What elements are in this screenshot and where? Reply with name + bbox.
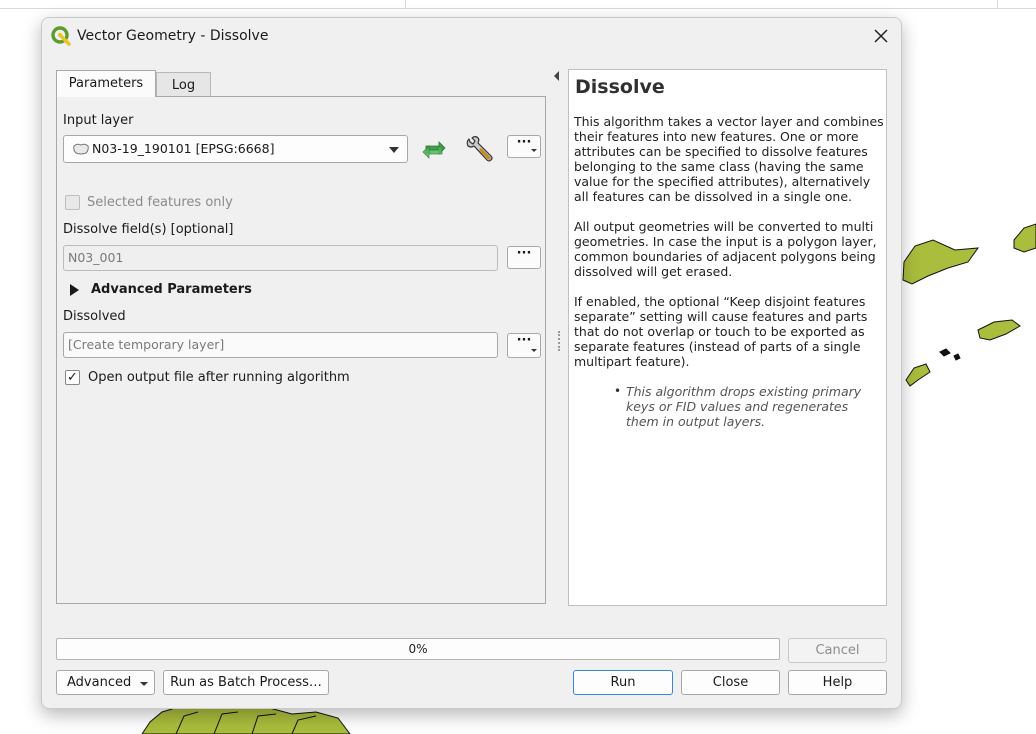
chevron-down-icon bbox=[140, 682, 148, 686]
help-paragraph: This algorithm takes a vector layer and … bbox=[574, 114, 884, 204]
ellipsis-icon: ··· bbox=[516, 135, 532, 150]
close-icon bbox=[874, 29, 888, 43]
qgis-logo-icon bbox=[51, 26, 71, 46]
input-layer-value: N03-19_190101 [EPSG:6668] bbox=[92, 141, 275, 156]
collapse-help-arrow-icon[interactable] bbox=[554, 71, 559, 81]
polygon-layer-icon bbox=[73, 143, 89, 155]
chevron-down-icon bbox=[531, 349, 537, 352]
checkmark-icon: ✓ bbox=[67, 370, 78, 385]
open-output-label: Open output file after running algorithm bbox=[88, 370, 350, 385]
iterate-refresh-icon bbox=[422, 141, 446, 159]
dissolve-fields-picker-button[interactable]: ··· bbox=[507, 246, 541, 269]
help-title: Dissolve bbox=[575, 76, 665, 98]
cancel-button[interactable]: Cancel bbox=[788, 638, 887, 663]
map-polygon bbox=[905, 363, 931, 387]
chevron-down-icon bbox=[389, 147, 399, 153]
advanced-button-label: Advanced bbox=[67, 675, 132, 690]
bullet-icon: • bbox=[614, 384, 622, 398]
wrench-icon bbox=[466, 136, 493, 162]
dissolved-output-placeholder: [Create temporary layer] bbox=[68, 337, 225, 352]
map-polygon bbox=[953, 353, 961, 361]
help-panel: Dissolve This algorithm takes a vector l… bbox=[568, 69, 887, 606]
expand-arrow-icon[interactable] bbox=[70, 284, 79, 296]
dissolve-fields-value: N03_001 bbox=[68, 250, 124, 265]
dissolve-fields-input[interactable]: N03_001 bbox=[63, 245, 498, 271]
help-paragraph: All output geometries will be converted … bbox=[574, 219, 877, 279]
ellipsis-icon: ··· bbox=[516, 246, 532, 261]
tab-log[interactable]: Log bbox=[156, 72, 211, 97]
parameters-panel: Input layer N03-19_190101 [EPSG:6668] ··… bbox=[56, 96, 546, 604]
close-window-button[interactable] bbox=[868, 24, 894, 48]
dialog-title: Vector Geometry - Dissolve bbox=[77, 28, 269, 44]
close-button[interactable]: Close bbox=[681, 670, 780, 695]
advanced-menu-button[interactable]: Advanced bbox=[56, 670, 155, 695]
dissolve-dialog: Vector Geometry - Dissolve Parameters Lo… bbox=[41, 17, 902, 709]
open-output-checkbox[interactable]: ✓ bbox=[65, 370, 80, 385]
map-polygon bbox=[1013, 223, 1036, 253]
dissolved-label: Dissolved bbox=[63, 309, 126, 324]
dissolve-fields-label: Dissolve field(s) [optional] bbox=[63, 222, 234, 237]
advanced-parameters-toggle[interactable]: Advanced Parameters bbox=[91, 282, 252, 297]
map-polygon bbox=[939, 348, 951, 357]
title-bar[interactable]: Vector Geometry - Dissolve bbox=[42, 18, 901, 54]
progress-bar: 0% bbox=[56, 638, 780, 660]
input-layer-combo[interactable]: N03-19_190101 [EPSG:6668] bbox=[63, 135, 408, 163]
input-layer-options-button[interactable]: ··· bbox=[507, 135, 541, 158]
dissolved-output-input[interactable]: [Create temporary layer] bbox=[63, 332, 498, 358]
help-paragraph: If enabled, the optional “Keep disjoint … bbox=[574, 294, 868, 369]
batch-process-button[interactable]: Run as Batch Process… bbox=[163, 670, 329, 695]
selected-features-checkbox[interactable] bbox=[65, 195, 80, 210]
chevron-down-icon bbox=[531, 149, 537, 152]
help-note: This algorithm drops existing primary ke… bbox=[626, 384, 862, 429]
tab-parameters[interactable]: Parameters bbox=[56, 70, 156, 97]
advanced-options-button[interactable] bbox=[463, 134, 493, 164]
splitter-handle[interactable] bbox=[558, 331, 562, 351]
iterate-button[interactable] bbox=[419, 135, 449, 165]
dissolved-output-options-button[interactable]: ··· bbox=[507, 333, 541, 358]
input-layer-label: Input layer bbox=[63, 113, 134, 128]
map-polygon bbox=[902, 239, 980, 285]
help-button[interactable]: Help bbox=[788, 670, 887, 695]
map-polygon bbox=[977, 319, 1021, 341]
ellipsis-icon: ··· bbox=[516, 333, 532, 348]
selected-features-label: Selected features only bbox=[87, 195, 233, 210]
run-button[interactable]: Run bbox=[573, 670, 673, 695]
progress-text: 0% bbox=[408, 642, 428, 656]
